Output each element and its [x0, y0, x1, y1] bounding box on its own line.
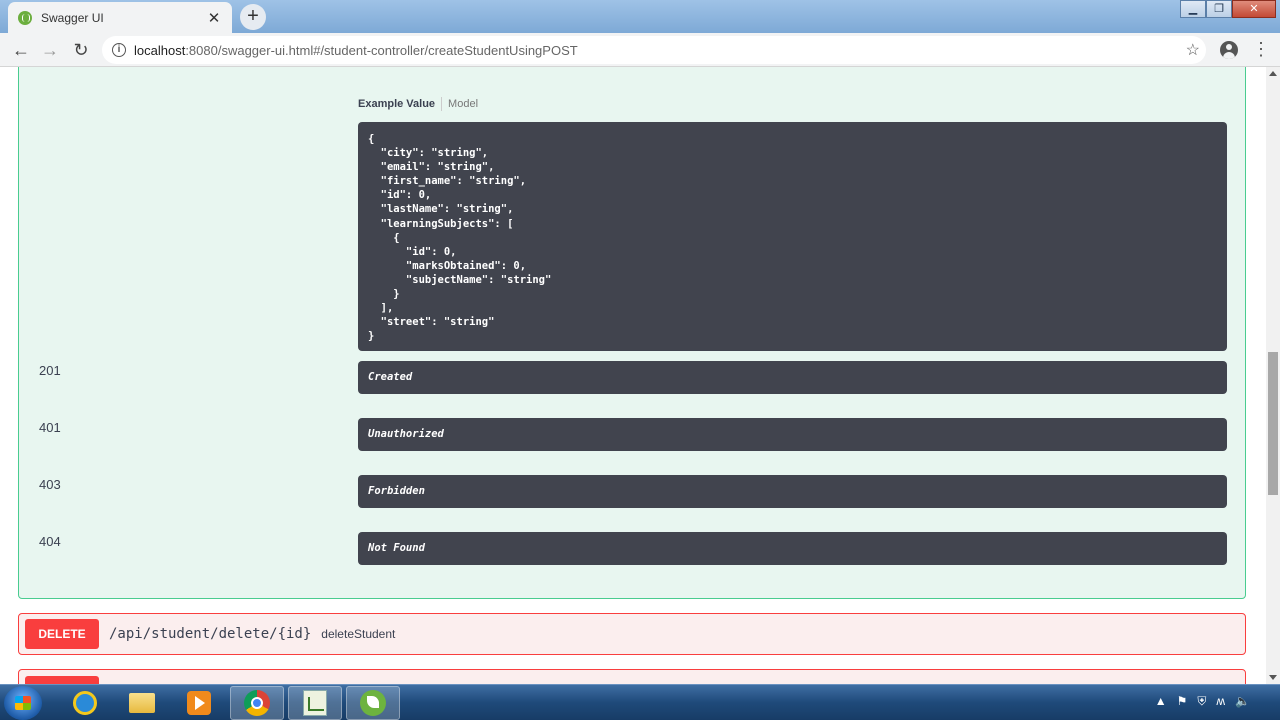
- address-bar[interactable]: i localhost:8080/swagger-ui.html#/studen…: [102, 36, 1206, 64]
- reload-icon[interactable]: ↻: [68, 37, 94, 63]
- delete-method-badge: DELETE: [25, 619, 99, 649]
- response-description: Created: [358, 361, 1227, 394]
- windows-taskbar: ▲ ⚑ ⛨ ʍ 🔈: [0, 684, 1280, 720]
- internet-explorer-icon: [73, 691, 97, 715]
- file-explorer-taskbar-button[interactable]: [115, 686, 169, 720]
- tab-title: Swagger UI: [41, 10, 104, 25]
- operation-summary: deleteStudent: [321, 627, 396, 641]
- method-badge-partial: [25, 676, 99, 684]
- example-json: { "city": "string", "email": "string", "…: [368, 133, 552, 343]
- scrollbar-thumb[interactable]: [1268, 352, 1278, 495]
- action-center-flag-icon[interactable]: ⚑: [1177, 694, 1188, 709]
- volume-icon[interactable]: 🔈: [1235, 694, 1250, 709]
- internet-explorer-taskbar-button[interactable]: [58, 686, 112, 720]
- response-code: 403: [39, 477, 61, 492]
- maximize-button[interactable]: ❐: [1206, 0, 1232, 18]
- chart-app-icon: [303, 690, 327, 716]
- response-row: 201 Created: [19, 361, 1245, 395]
- operation-path: /api/student/delete/{id}: [109, 626, 312, 642]
- response-code: 201: [39, 363, 61, 378]
- tab-model[interactable]: Model: [448, 98, 478, 110]
- delete-student-operation[interactable]: DELETE /api/student/delete/{id} deleteSt…: [18, 613, 1246, 655]
- response-code: 404: [39, 534, 61, 549]
- show-hidden-icons-icon[interactable]: ▲: [1155, 694, 1167, 709]
- spring-icon: [360, 690, 386, 716]
- swagger-favicon-icon: [18, 10, 32, 25]
- browser-tab-bar: Swagger UI ✕ + ▁ ❐ ✕: [0, 0, 1280, 33]
- media-player-taskbar-button[interactable]: [172, 686, 226, 720]
- minimize-button[interactable]: ▁: [1180, 0, 1206, 18]
- tab-close-icon[interactable]: ✕: [206, 9, 222, 27]
- tray-app-icon[interactable]: ʍ: [1216, 694, 1225, 709]
- back-arrow-icon[interactable]: ←: [8, 37, 34, 63]
- next-operation-partial[interactable]: [18, 669, 1246, 684]
- folder-icon: [129, 693, 155, 713]
- profile-avatar-icon[interactable]: [1220, 41, 1238, 59]
- browser-toolbar: ← → ↻ i localhost:8080/swagger-ui.html#/…: [0, 33, 1280, 67]
- response-description: Not Found: [358, 532, 1227, 565]
- tab-example-value[interactable]: Example Value: [358, 98, 435, 110]
- response-code: 401: [39, 420, 61, 435]
- response-row: 404 Not Found: [19, 532, 1245, 566]
- page-scrollbar[interactable]: [1266, 67, 1280, 684]
- security-shield-icon[interactable]: ⛨: [1197, 694, 1206, 709]
- chrome-icon: [244, 690, 270, 716]
- browser-tab[interactable]: Swagger UI ✕: [8, 2, 232, 33]
- window-controls: ▁ ❐ ✕: [1180, 0, 1276, 18]
- response-row: 403 Forbidden: [19, 475, 1245, 509]
- chart-app-taskbar-button[interactable]: [288, 686, 342, 720]
- window-close-button[interactable]: ✕: [1232, 0, 1276, 18]
- example-model-tabs: Example Value Model: [358, 97, 478, 111]
- media-player-icon: [187, 691, 211, 715]
- page-content: Example Value Model { "city": "string", …: [0, 67, 1266, 684]
- response-description: Forbidden: [358, 475, 1227, 508]
- chrome-taskbar-button[interactable]: [230, 686, 284, 720]
- forward-arrow-icon[interactable]: →: [37, 37, 63, 63]
- response-row: 401 Unauthorized: [19, 418, 1245, 452]
- new-tab-button[interactable]: +: [240, 4, 266, 30]
- browser-menu-icon[interactable]: ⋮: [1252, 39, 1270, 60]
- post-operation-panel: Example Value Model { "city": "string", …: [18, 67, 1246, 599]
- response-description: Unauthorized: [358, 418, 1227, 451]
- tab-separator: [441, 97, 443, 111]
- info-icon[interactable]: i: [112, 43, 126, 57]
- url-path: :8080/swagger-ui.html#/student-controlle…: [185, 42, 578, 58]
- scroll-down-arrow-icon[interactable]: [1269, 675, 1277, 680]
- start-button[interactable]: [4, 686, 42, 720]
- spring-tool-suite-taskbar-button[interactable]: [346, 686, 400, 720]
- url-host: localhost: [134, 42, 186, 58]
- example-value-code-block: { "city": "string", "email": "string", "…: [358, 122, 1227, 351]
- scroll-up-arrow-icon[interactable]: [1269, 71, 1277, 76]
- bookmark-star-icon[interactable]: ☆: [1186, 40, 1200, 60]
- system-tray: ▲ ⚑ ⛨ ʍ 🔈: [1155, 694, 1250, 709]
- url-text[interactable]: localhost:8080/swagger-ui.html#/student-…: [134, 43, 578, 58]
